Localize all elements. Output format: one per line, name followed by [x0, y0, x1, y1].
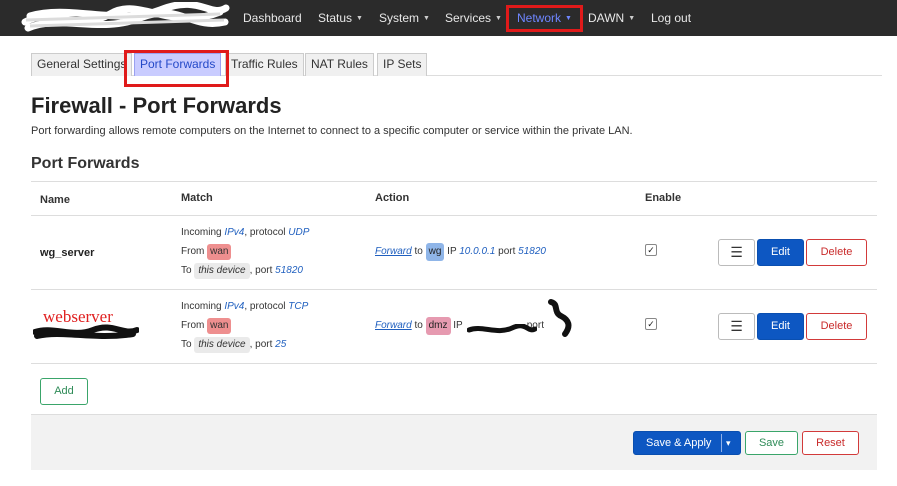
- header-name: Name: [40, 194, 70, 206]
- table-row: webserver Incoming IPv4, protocol TCP Fr…: [31, 290, 877, 364]
- enable-checkbox[interactable]: ✓: [645, 244, 657, 256]
- save-button[interactable]: Save: [745, 431, 798, 455]
- rule-match: Incoming IPv4, protocol TCP From wan To …: [181, 297, 308, 354]
- delete-button[interactable]: Delete: [806, 313, 867, 340]
- redacted-ip-scribble: [467, 324, 537, 334]
- table-row: wg_server Incoming IPv4, protocol UDP Fr…: [31, 216, 877, 290]
- tab-traffic-rules[interactable]: Traffic Rules: [225, 53, 304, 76]
- edit-button[interactable]: Edit: [757, 313, 804, 340]
- top-navbar: Dashboard Status ▼ System ▼ Services ▼ Netw…: [0, 0, 897, 36]
- nav-services[interactable]: Services ▼: [445, 0, 502, 36]
- nav-logout[interactable]: Log out: [651, 0, 691, 36]
- chevron-down-icon: ▼: [495, 15, 502, 22]
- tab-nat-rules[interactable]: NAT Rules: [305, 53, 374, 76]
- section-title: Port Forwards: [31, 155, 140, 172]
- match-to: To this device, port 51820: [181, 261, 309, 280]
- rule-name: wg_server: [40, 247, 95, 259]
- network-highlight-box: [506, 5, 583, 32]
- tab-ip-sets[interactable]: IP Sets: [377, 53, 428, 76]
- delete-button[interactable]: Delete: [806, 239, 867, 266]
- zone-badge-wg: wg: [425, 243, 445, 261]
- redacted-brand-logo: [21, 2, 230, 32]
- save-apply-button[interactable]: Save & Apply ▾: [633, 431, 741, 455]
- enable-checkbox[interactable]: ✓: [645, 318, 657, 330]
- redacted-name-scribble: [33, 324, 139, 339]
- add-button[interactable]: Add: [40, 378, 88, 405]
- button-separator: [721, 434, 722, 452]
- nav-dashboard[interactable]: Dashboard: [243, 0, 302, 36]
- row-menu-button[interactable]: ☰: [718, 313, 755, 340]
- reset-button[interactable]: Reset: [802, 431, 859, 455]
- dropdown-caret-icon[interactable]: ▾: [726, 432, 731, 454]
- rule-match: Incoming IPv4, protocol UDP From wan To …: [181, 223, 309, 280]
- rule-action: Forward to wg IP 10.0.0.1 port 51820: [375, 243, 546, 261]
- match-incoming: Incoming IPv4, protocol UDP: [181, 227, 310, 238]
- nav-dawn[interactable]: DAWN ▼: [588, 0, 635, 36]
- row-menu-button[interactable]: ☰: [718, 239, 755, 266]
- target-badge: this device: [194, 337, 250, 353]
- chevron-down-icon: ▼: [356, 15, 363, 22]
- page-description: Port forwarding allows remote computers …: [31, 125, 633, 137]
- match-to: To this device, port 25: [181, 335, 308, 354]
- nav-system[interactable]: System ▼: [379, 0, 430, 36]
- redacted-port-scribble: [548, 299, 572, 337]
- forward-link[interactable]: Forward: [375, 320, 412, 331]
- edit-button[interactable]: Edit: [757, 239, 804, 266]
- port-forwards-highlight-box: [124, 50, 229, 87]
- save-apply-label: Save & Apply: [646, 437, 712, 449]
- zone-badge-dmz: dmz: [425, 317, 451, 335]
- nav-status[interactable]: Status ▼: [318, 0, 363, 36]
- chevron-down-icon: ▼: [628, 15, 636, 22]
- table-header: Name Match Action Enable: [31, 181, 877, 216]
- header-match: Match: [181, 192, 213, 204]
- page-title: Firewall - Port Forwards: [31, 93, 282, 118]
- header-action: Action: [375, 192, 410, 204]
- match-from: From wan: [181, 242, 309, 261]
- match-from: From wan: [181, 316, 308, 335]
- chevron-down-icon: ▼: [423, 15, 430, 22]
- target-badge: this device: [194, 263, 250, 279]
- header-enable: Enable: [645, 192, 682, 204]
- forward-link[interactable]: Forward: [375, 246, 412, 257]
- match-incoming: Incoming IPv4, protocol TCP: [181, 301, 309, 312]
- zone-badge-wan: wan: [207, 244, 232, 260]
- zone-badge-wan: wan: [207, 318, 232, 334]
- tab-general-settings[interactable]: General Settings: [31, 53, 133, 76]
